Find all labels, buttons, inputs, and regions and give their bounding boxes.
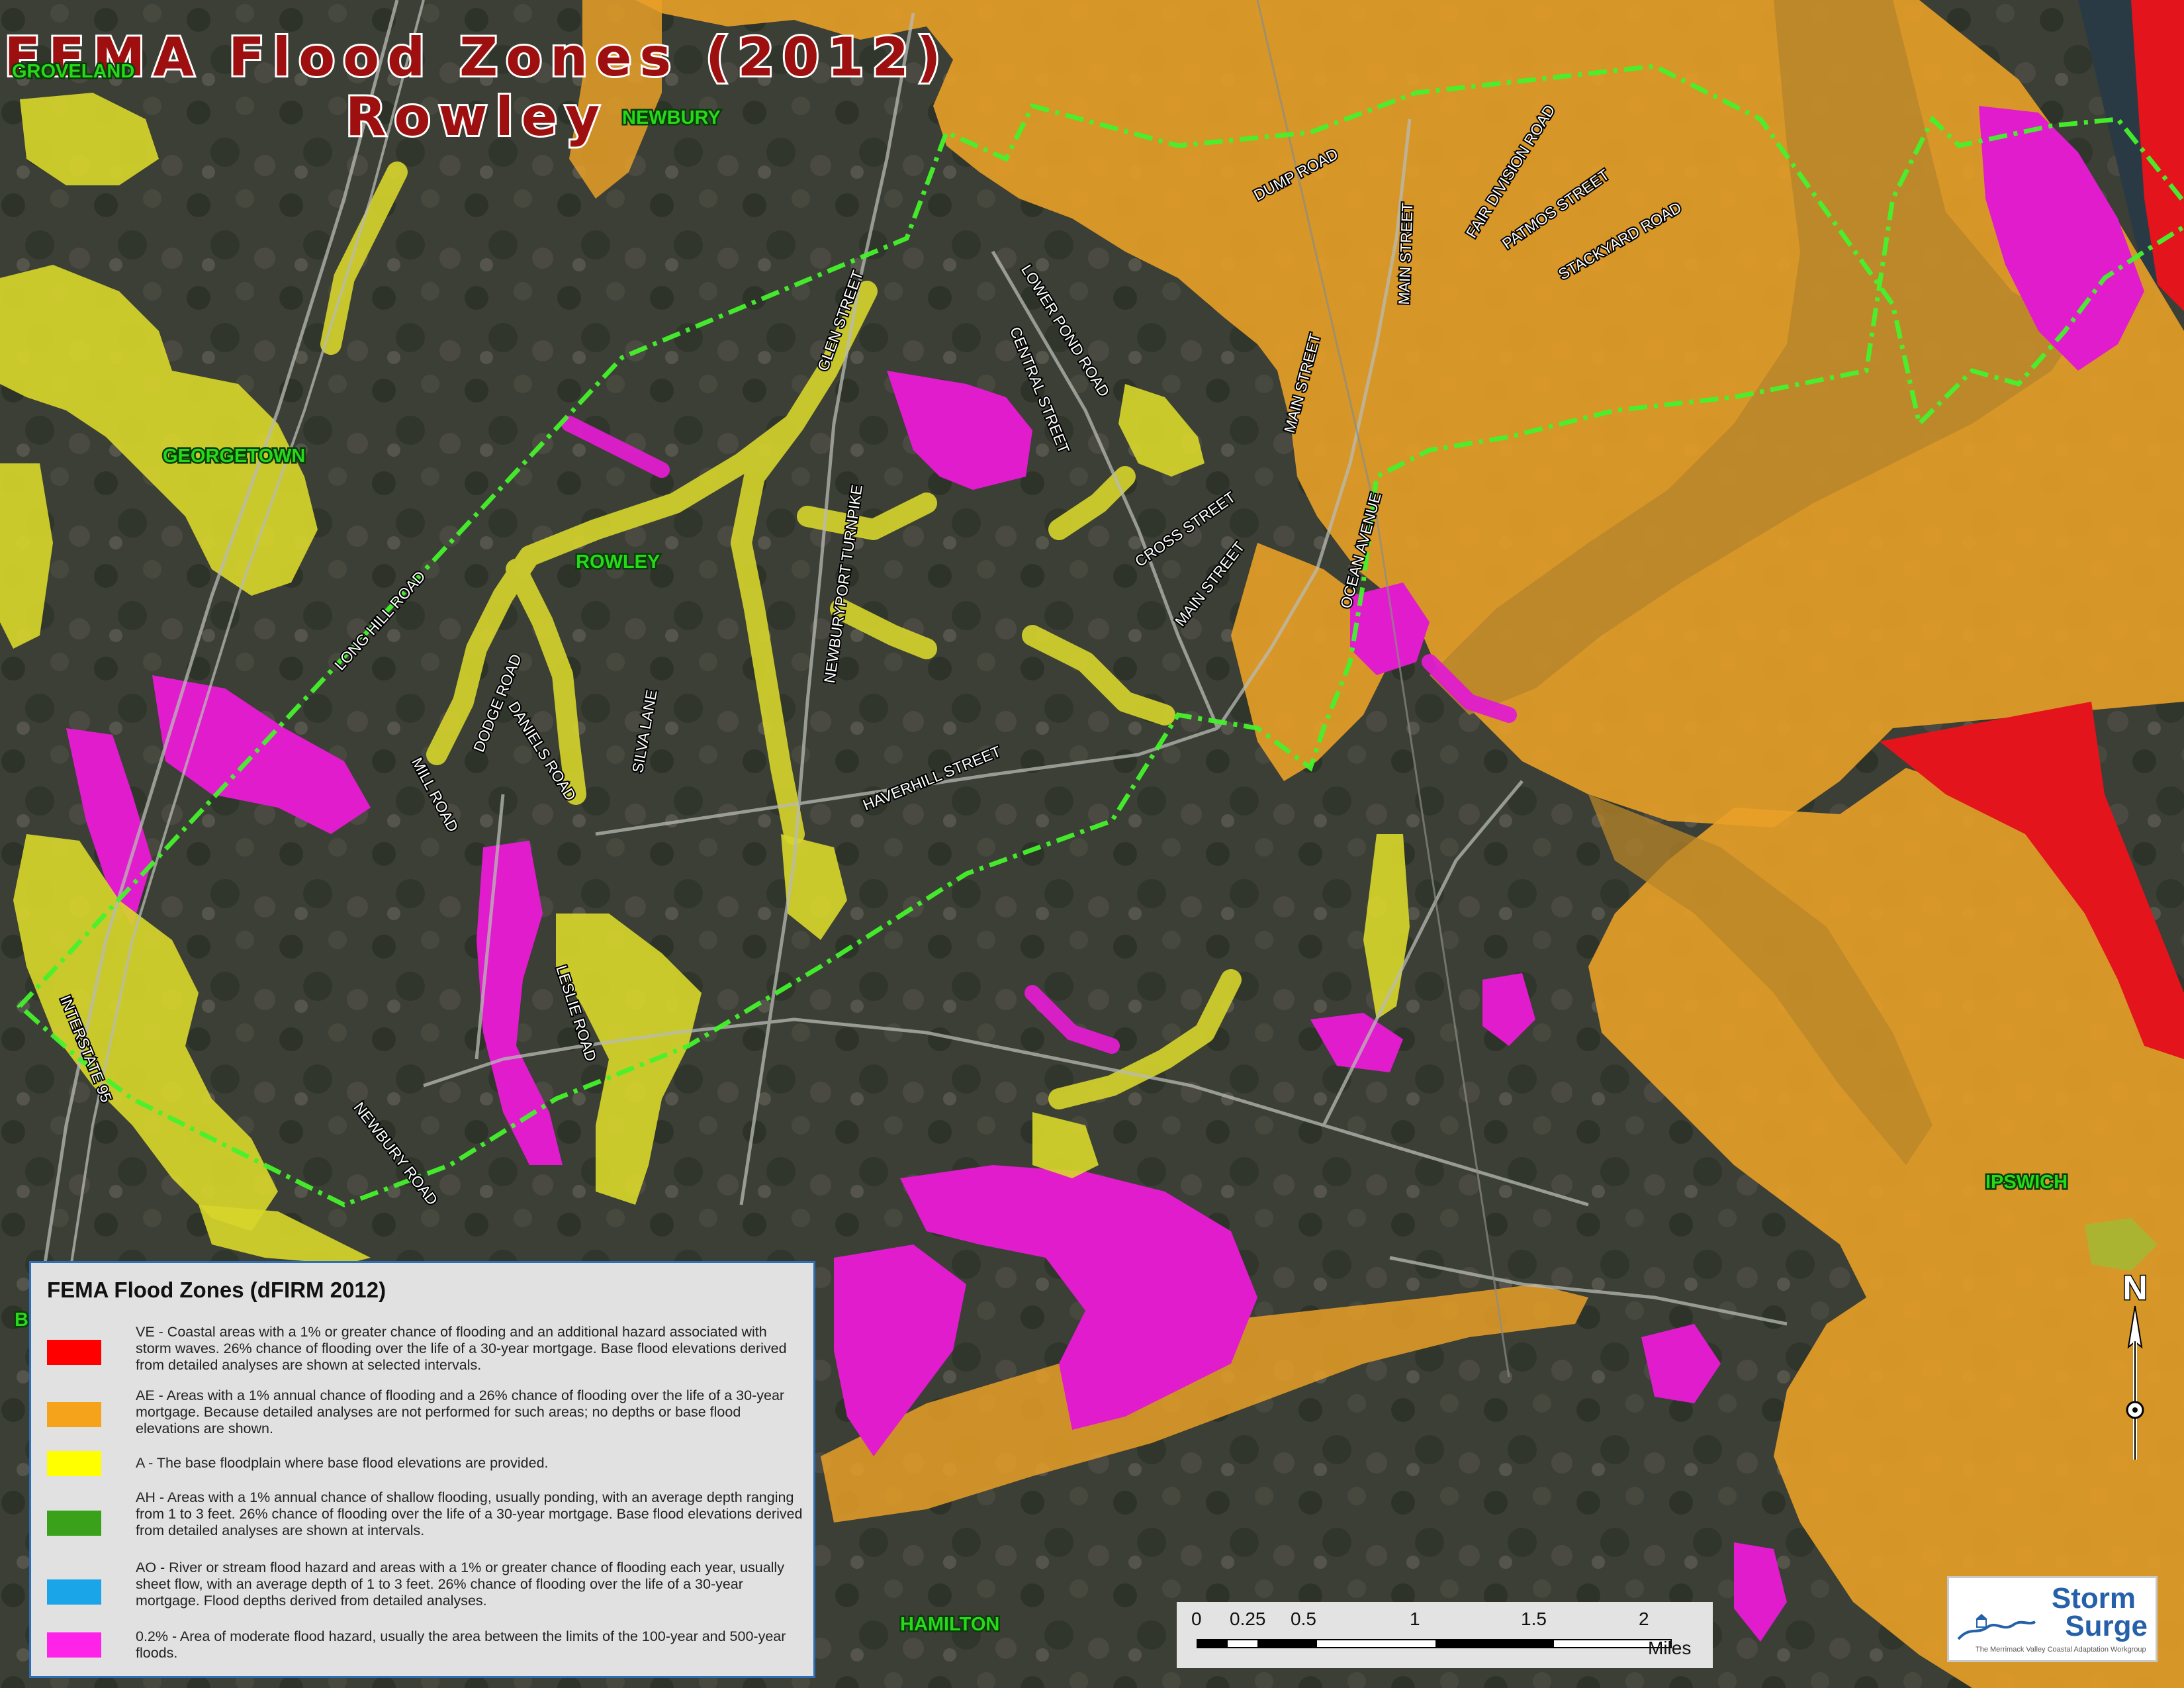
- scale-label-1-5: 1.5: [1521, 1609, 1547, 1629]
- legend-text-ve: VE - Coastal areas with a 1% or greater …: [136, 1324, 787, 1373]
- map-title: FEMA Flood Zones (2012): [2, 24, 949, 90]
- scale-label-0-25: 0.25: [1230, 1609, 1266, 1629]
- scale-bar-graphic: [1197, 1639, 1672, 1648]
- map-subtitle: Rowley: [343, 84, 608, 150]
- legend-swatch-ve: [47, 1340, 101, 1365]
- legend-swatch-ae: [47, 1402, 101, 1427]
- legend-text-02: 0.2% - Area of moderate flood hazard, us…: [136, 1628, 786, 1661]
- town-label-georgetown: GEORGETOWN: [161, 444, 306, 469]
- scale-bar: 0 0.25 0.5 1 1.5 2 Miles: [1177, 1602, 1713, 1668]
- scale-label-0: 0: [1191, 1609, 1202, 1629]
- legend-swatch-ah: [47, 1511, 101, 1536]
- scale-label-2: 2: [1639, 1609, 1649, 1629]
- north-label: N: [2122, 1269, 2148, 1307]
- scale-label-0-5: 0.5: [1291, 1609, 1316, 1629]
- scale-unit: Miles: [1648, 1638, 1692, 1658]
- legend-text-a: A - The base floodplain where base flood…: [136, 1455, 549, 1471]
- town-label-hamilton: HAMILTON: [898, 1613, 1001, 1637]
- logo-tagline: The Merrimack Valley Coastal Adaptation …: [1976, 1646, 2146, 1654]
- legend-text-ao: AO - River or stream flood hazard and ar…: [136, 1560, 784, 1609]
- scale-label-1: 1: [1410, 1609, 1420, 1629]
- legend-text-ah: AH - Areas with a 1% annual chance of sh…: [136, 1489, 803, 1538]
- town-label-boxford: B: [13, 1308, 30, 1333]
- legend-swatch-02: [47, 1632, 101, 1658]
- wave-icon: [1957, 1614, 2036, 1640]
- logo-text-surge: Surge: [2065, 1610, 2148, 1642]
- legend-text-ae: AE - Areas with a 1% annual chance of fl…: [136, 1387, 785, 1436]
- legend-swatch-a: [47, 1451, 101, 1476]
- map-frame: FEMA Flood Zones (2012) Rowley GROVELAND…: [0, 0, 2184, 1688]
- legend-panel: FEMA Flood Zones (dFIRM 2012) VE - Coast…: [29, 1261, 815, 1678]
- legend-title: FEMA Flood Zones (dFIRM 2012): [47, 1278, 387, 1302]
- north-arrow-icon: N: [2122, 1268, 2148, 1460]
- storm-surge-logo: Storm Surge The Merrimack Valley Coastal…: [1947, 1576, 2158, 1662]
- legend-swatch-ao: [47, 1579, 101, 1605]
- town-label-newbury: NEWBURY: [621, 106, 723, 130]
- road-label-main-street-north: MAIN STREET: [1394, 201, 1417, 306]
- town-label-rowley: ROWLEY: [574, 550, 661, 575]
- town-label-groveland: GROVELAND: [10, 60, 136, 84]
- town-label-ipswich: IPSWICH: [1983, 1170, 2069, 1195]
